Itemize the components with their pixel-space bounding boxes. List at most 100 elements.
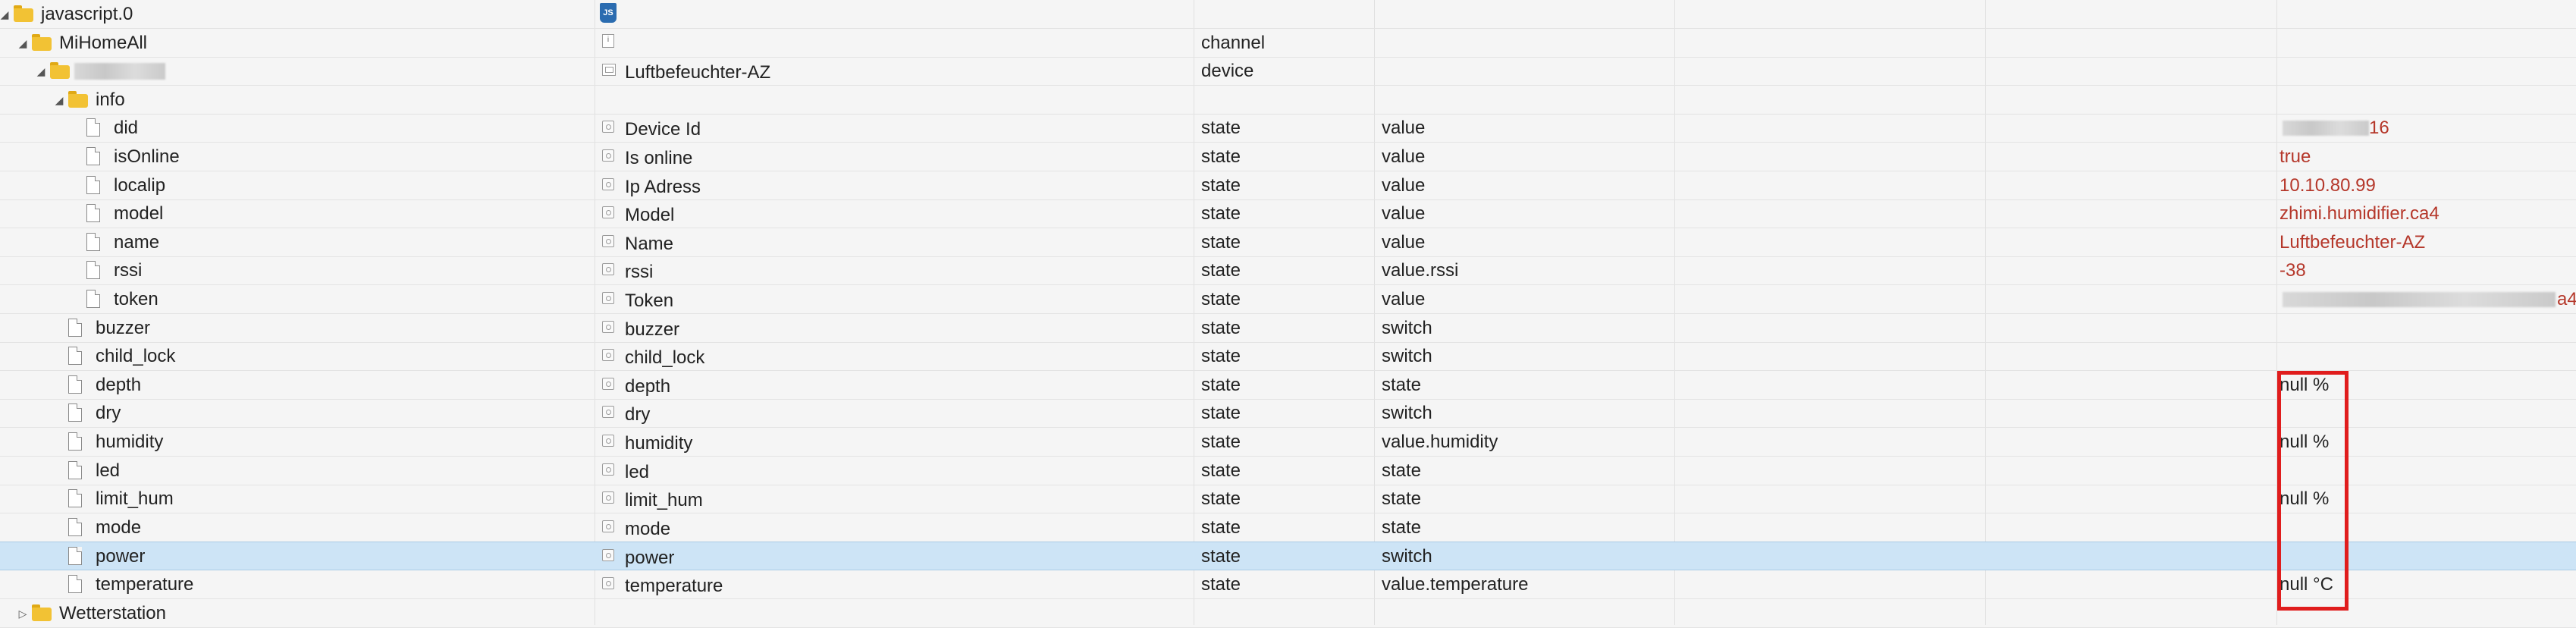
table-row[interactable]: did Device Id state value 16: [0, 114, 2576, 143]
object-value[interactable]: Luftbefeuchter-AZ: [2279, 228, 2576, 257]
table-row[interactable]: localip Ip Adress state value 10.10.80.99: [0, 171, 2576, 200]
object-role: value: [1382, 289, 1426, 309]
object-value[interactable]: [2279, 29, 2576, 58]
object-value[interactable]: [2279, 314, 2576, 343]
table-row[interactable]: mode mode state state: [0, 513, 2576, 542]
table-row[interactable]: led led state state: [0, 457, 2576, 485]
object-role: value.rssi: [1382, 260, 1459, 281]
expand-toggle-icon[interactable]: ◢: [52, 86, 67, 115]
object-value[interactable]: [2279, 57, 2576, 86]
object-id-label: buzzer: [96, 317, 151, 338]
table-row[interactable]: power power state switch: [0, 542, 2576, 571]
table-row[interactable]: depth depth state state null %: [0, 371, 2576, 400]
tree-cell: token: [0, 285, 595, 314]
object-id-label: isOnline: [114, 146, 180, 167]
object-value[interactable]: a4: [2279, 285, 2576, 314]
object-role: [1382, 29, 1674, 58]
tree-cell: child_lock: [0, 342, 595, 371]
file-icon: [86, 290, 100, 308]
highlight-box: [2277, 371, 2349, 611]
table-row[interactable]: dry dry state switch: [0, 399, 2576, 429]
object-name: Name: [625, 233, 674, 254]
file-icon: [86, 175, 100, 194]
object-value[interactable]: zhimi.humidifier.ca4: [2279, 199, 2576, 228]
table-row[interactable]: ◢ Luftbefeuchter-AZ device: [0, 57, 2576, 86]
state-icon: [602, 491, 614, 504]
file-icon: [86, 261, 100, 280]
object-value[interactable]: [2279, 0, 2576, 29]
table-row[interactable]: child_lock child_lock state switch: [0, 342, 2576, 372]
file-icon: [86, 232, 100, 251]
state-icon: [602, 577, 614, 589]
object-value[interactable]: true: [2279, 143, 2576, 171]
object-id-label: localip: [114, 174, 166, 196]
tree-cell: limit_hum: [0, 485, 595, 513]
object-name: rssi: [625, 262, 654, 283]
expand-toggle-icon[interactable]: ◢: [15, 29, 30, 58]
object-role: state: [1382, 374, 1422, 395]
object-type: state: [1201, 432, 1241, 452]
object-id-label: name: [114, 231, 160, 253]
table-row[interactable]: model Model state value zhimi.humidifier.ca4: [0, 199, 2576, 229]
table-row[interactable]: limit_hum limit_hum state state null %: [0, 485, 2576, 514]
expand-toggle-icon[interactable]: ◢: [33, 57, 49, 86]
object-name: power: [625, 548, 675, 569]
folder-icon: [68, 90, 88, 108]
object-name: buzzer: [625, 319, 680, 340]
object-type: state: [1201, 346, 1241, 367]
table-row[interactable]: ◢ MiHomeAll i channel: [0, 29, 2576, 58]
object-type: channel: [1201, 32, 1266, 53]
tree-cell: led: [0, 457, 595, 485]
object-role: value: [1382, 203, 1426, 225]
object-type: state: [1201, 260, 1241, 281]
object-role: [1382, 86, 1674, 115]
state-icon: [602, 435, 614, 447]
object-id-label: token: [114, 289, 158, 309]
state-icon: [602, 520, 614, 532]
file-icon: [68, 547, 82, 566]
object-name: humidity: [625, 433, 693, 454]
object-id-label: dry: [96, 403, 121, 424]
object-value[interactable]: [2279, 342, 2576, 371]
file-icon: [68, 489, 82, 508]
state-icon: [602, 149, 614, 162]
folder-icon: [14, 5, 33, 22]
object-name: mode: [625, 518, 671, 539]
object-value[interactable]: 10.10.80.99: [2279, 171, 2576, 200]
object-value[interactable]: 16: [2279, 114, 2576, 143]
object-role: value: [1382, 118, 1426, 139]
value-suffix: a4: [2557, 289, 2576, 309]
tree-cell: rssi: [0, 256, 595, 285]
object-id-label: info: [96, 89, 125, 110]
table-row[interactable]: buzzer buzzer state switch: [0, 314, 2576, 343]
object-role: state: [1382, 460, 1422, 481]
table-row[interactable]: rssi rssi state value.rssi -38: [0, 256, 2576, 286]
redacted-value: [2283, 292, 2556, 307]
table-row[interactable]: ◢ info: [0, 86, 2576, 115]
object-role: value: [1382, 231, 1426, 253]
device-icon: [602, 64, 616, 77]
object-role: [1382, 599, 1674, 628]
collapse-toggle-icon[interactable]: ▷: [15, 599, 30, 628]
expand-toggle-icon[interactable]: ◢: [0, 0, 12, 29]
table-row[interactable]: temperature temperature state value.tempera…: [0, 570, 2576, 599]
table-row[interactable]: ▷ Wetterstation: [0, 599, 2576, 628]
tree-cell: ◢: [0, 57, 595, 86]
file-icon: [68, 460, 82, 479]
table-row[interactable]: token Token state value a4: [0, 285, 2576, 314]
object-id-label: rssi: [114, 260, 143, 281]
table-row[interactable]: isOnline Is online state value true: [0, 143, 2576, 171]
table-row[interactable]: ◢ javascript.0 JS: [0, 0, 2576, 29]
object-name: depth: [625, 375, 671, 397]
table-row[interactable]: humidity humidity state value.humidity null …: [0, 428, 2576, 457]
object-type: device: [1201, 61, 1254, 82]
object-value[interactable]: -38: [2279, 256, 2576, 285]
file-icon: [68, 375, 82, 394]
tree-cell: temperature: [0, 570, 595, 599]
state-icon: [602, 234, 614, 247]
redacted-id: [74, 63, 165, 80]
file-icon: [86, 147, 100, 165]
table-row[interactable]: name Name state value Luftbefeuchter-AZ: [0, 228, 2576, 257]
object-value[interactable]: [2279, 86, 2576, 115]
object-name: Device Id: [625, 119, 701, 140]
